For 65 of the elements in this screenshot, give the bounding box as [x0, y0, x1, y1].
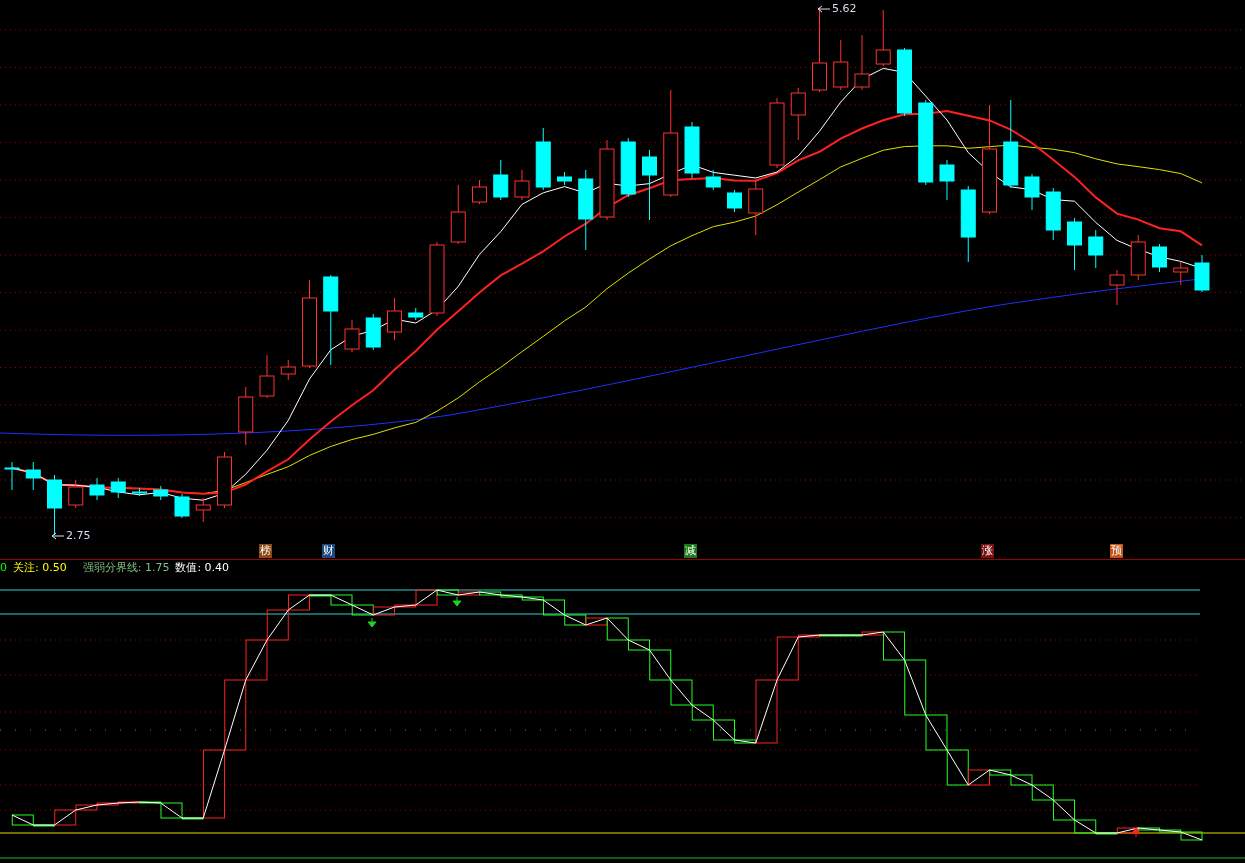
- candlestick: [408, 307, 424, 321]
- candlestick: [153, 485, 169, 501]
- step-box: [564, 614, 587, 626]
- candlestick: [897, 47, 912, 117]
- step-box: [1031, 784, 1054, 801]
- down-arrow-icon: [452, 596, 462, 607]
- candlestick: [344, 319, 360, 353]
- candlestick: [450, 184, 466, 245]
- candlestick: [514, 169, 530, 201]
- candlestick: [769, 97, 785, 169]
- candlestick: [684, 121, 700, 179]
- candlestick: [174, 493, 190, 519]
- pointer-arrow-icon: [818, 4, 830, 13]
- candlestick: [1045, 187, 1061, 241]
- candlestick: [238, 386, 254, 446]
- candlestick: [620, 137, 636, 198]
- pointer-arrow-icon: [52, 531, 64, 540]
- candlestick: [1109, 269, 1125, 306]
- down-arrow-icon: [367, 617, 377, 628]
- up-arrow-icon: [1131, 827, 1141, 838]
- indicator-legend: 关注: 0.50: [13, 561, 67, 575]
- candlestick: [89, 477, 105, 501]
- candlestick: [1024, 173, 1040, 211]
- candlestick: [68, 479, 84, 509]
- candlestick: [1152, 243, 1167, 273]
- candlestick: [47, 474, 62, 536]
- candlestick: [132, 487, 147, 497]
- signal-marker: 预: [1110, 544, 1123, 558]
- signal-marker: 涨: [981, 544, 994, 558]
- candlestick: [110, 477, 126, 499]
- candlestick: [748, 179, 764, 236]
- candlestick: [387, 297, 402, 341]
- candlestick: [259, 354, 275, 399]
- indicator-legend: 数值: 0.40: [175, 561, 230, 575]
- candlestick: [939, 159, 955, 201]
- candlestick: [1194, 254, 1210, 293]
- signal-marker: 财: [322, 544, 335, 558]
- low-price-label: 2.75: [66, 530, 91, 541]
- candlestick: [875, 9, 891, 67]
- high-price-label: 5.62: [832, 3, 857, 14]
- candlestick: [833, 39, 849, 91]
- candlestick: [25, 461, 41, 491]
- candlestick: [1130, 234, 1146, 281]
- candlestick: [4, 461, 20, 491]
- candlestick: [642, 149, 657, 221]
- indicator-legend: 强弱分界线: 1.75: [82, 561, 170, 575]
- candlestick: [280, 359, 296, 381]
- candlestick: [1088, 229, 1104, 269]
- candlestick: [1067, 217, 1082, 271]
- candlestick: [854, 34, 870, 91]
- candlestick: [472, 179, 487, 205]
- candlestick: [557, 171, 572, 186]
- candlestick: [727, 189, 742, 213]
- signal-marker: 榜: [259, 544, 272, 558]
- candlestick: [217, 451, 232, 509]
- candlestick: [705, 169, 721, 191]
- candlestick: [1173, 261, 1189, 286]
- indicator-legend: 0: [0, 561, 7, 575]
- signal-marker: 减: [684, 544, 697, 558]
- candlestick: [790, 87, 806, 141]
- candlestick: [535, 127, 551, 191]
- candlestick: [365, 313, 381, 351]
- step-box: [351, 604, 374, 616]
- candlestick: [493, 159, 509, 201]
- candlestick: [195, 497, 211, 523]
